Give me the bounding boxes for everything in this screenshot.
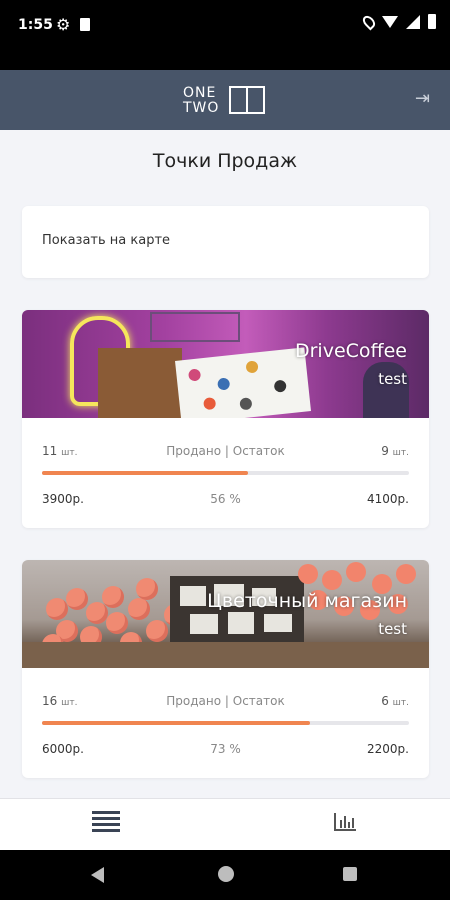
home-icon[interactable] — [218, 866, 234, 882]
app-logo: ONE TWO — [183, 84, 269, 118]
gear-icon: ⚙ — [56, 15, 71, 34]
remaining-value: 9 — [381, 444, 389, 458]
poster — [175, 347, 311, 418]
paper-bag — [98, 348, 182, 418]
logo-line-two: TWO — [183, 100, 220, 116]
store-image: Цветочный магазин test — [22, 560, 429, 668]
status-bar: 1:55 ⚙ — [0, 0, 450, 70]
statistics-icon[interactable] — [334, 813, 356, 831]
back-icon[interactable] — [91, 867, 104, 883]
remaining-amount: 4100р. — [367, 492, 409, 506]
system-navigation-bar — [0, 850, 450, 900]
wifi-icon — [382, 15, 398, 28]
store-name: Цветочный магазин — [207, 590, 407, 612]
remaining-count: 6 шт. — [381, 694, 409, 708]
status-icons — [360, 13, 436, 30]
remaining-value: 6 — [381, 694, 389, 708]
store-subtitle: test — [378, 370, 407, 388]
unit-label: шт. — [392, 698, 409, 708]
progress-fill — [42, 721, 310, 725]
progress-bar — [42, 721, 409, 725]
logout-icon[interactable]: ⇥ — [415, 90, 433, 108]
store-stats: 11 шт. Продано | Остаток 9 шт. 3900р. 56… — [22, 418, 429, 528]
status-time: 1:55 — [18, 17, 53, 33]
recent-apps-icon[interactable] — [343, 867, 357, 881]
logo-line-one: ONE — [183, 85, 217, 101]
store-card[interactable]: Цветочный магазин test 16 шт. Продано | … — [22, 560, 429, 778]
remaining-count: 9 шт. — [381, 444, 409, 458]
store-image: DriveCoffee test — [22, 310, 429, 418]
progress-fill — [42, 471, 248, 475]
sold-remaining-labels: Продано | Остаток — [166, 444, 285, 458]
sold-remaining-labels: Продано | Остаток — [166, 694, 285, 708]
store-subtitle: test — [378, 620, 407, 638]
show-on-map-button[interactable]: Показать на карте — [22, 206, 429, 278]
location-icon — [360, 13, 378, 30]
table-surface — [22, 642, 429, 668]
sd-card-icon — [80, 18, 90, 31]
app-bar: ONE TWO ⇥ — [0, 70, 450, 130]
list-icon[interactable] — [92, 809, 120, 832]
store-card[interactable]: DriveCoffee test 11 шт. Продано | Остато… — [22, 310, 429, 528]
bottom-navigation — [0, 798, 450, 850]
logo-box — [229, 86, 265, 114]
store-name: DriveCoffee — [294, 340, 407, 362]
store-stats: 16 шт. Продано | Остаток 6 шт. 6000р. 73… — [22, 668, 429, 778]
battery-icon — [428, 14, 436, 29]
remaining-amount: 2200р. — [367, 742, 409, 756]
page-title: Точки Продаж — [152, 150, 298, 172]
wall-sign — [150, 312, 240, 342]
progress-bar — [42, 471, 409, 475]
signal-icon — [406, 14, 420, 29]
show-on-map-label: Показать на карте — [42, 233, 171, 248]
unit-label: шт. — [392, 448, 409, 458]
